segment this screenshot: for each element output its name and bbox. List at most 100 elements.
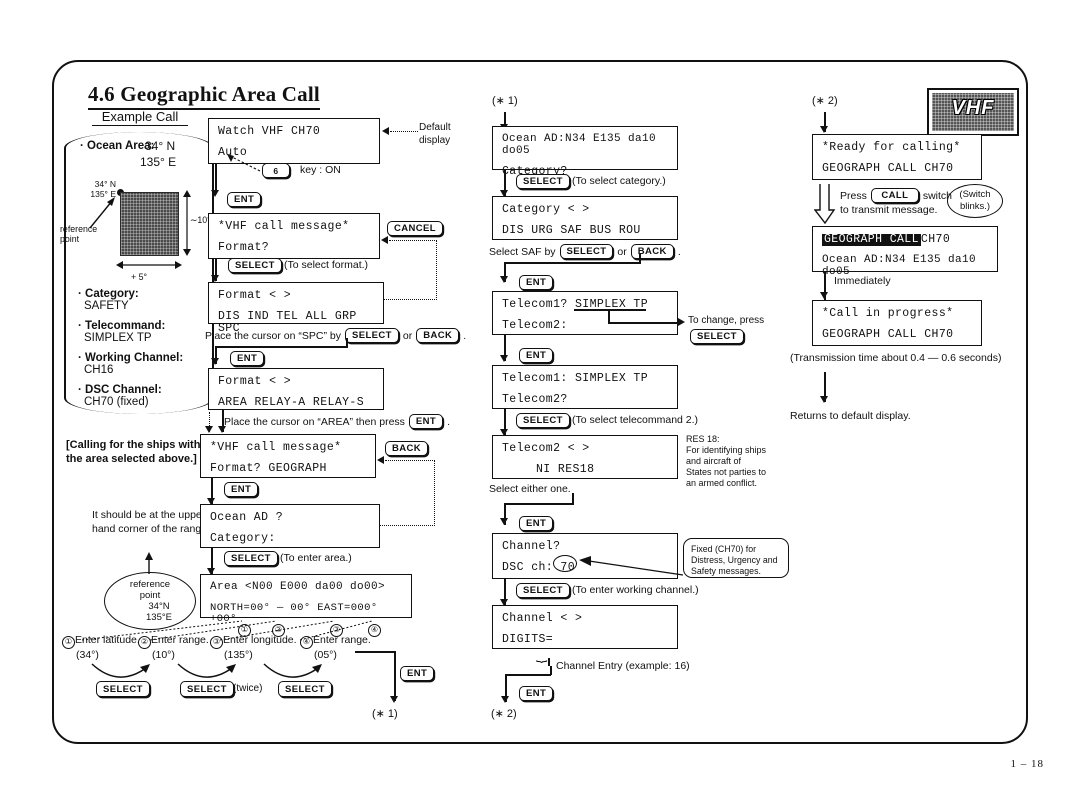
key-select-step-2[interactable]: SELECT	[278, 681, 332, 697]
example-call-item-3-value: CH70 (fixed)	[84, 396, 149, 408]
key-select-step-0[interactable]: SELECT	[96, 681, 150, 697]
key-select-change[interactable]: SELECT	[690, 329, 744, 344]
key-ent-2[interactable]: ENT	[230, 351, 265, 366]
key-call[interactable]: CALL	[870, 188, 919, 203]
reference-point-up-arrow-icon	[145, 552, 153, 574]
c2-conn-saf-h	[504, 262, 640, 264]
conn-watch-arrow-icon	[211, 190, 219, 197]
conn-step4-h	[355, 651, 395, 653]
map-area-rectangle	[120, 192, 179, 256]
key-back-saf[interactable]: BACK	[630, 244, 674, 259]
key-ent-c2-4[interactable]: ENT	[519, 686, 554, 701]
fixed-ch70-pointer-icon	[579, 556, 684, 576]
key-ent-c2-2[interactable]: ENT	[519, 348, 554, 363]
example-call-item-3-label: · DSC Channel:	[78, 384, 162, 396]
key-cancel[interactable]: CANCEL	[387, 221, 443, 236]
lcd-area-entry-line1: Area <N00 E000 da00 do00>	[210, 581, 386, 593]
key-select-step-1[interactable]: SELECT	[180, 681, 234, 697]
key-select-working-channel[interactable]: SELECT	[516, 583, 570, 598]
lcd-channel-line1: Channel?	[502, 540, 561, 553]
lcd-format-page2: Format < > AREA RELAY-A RELAY-S	[208, 368, 384, 410]
lcd-format-page1-line1: Format < >	[218, 289, 292, 302]
conn-watch-to-ent	[215, 164, 217, 192]
key-select-saf[interactable]: SELECT	[559, 244, 614, 259]
back-return-h2	[380, 525, 435, 526]
telecom1-pointer-h	[608, 322, 680, 324]
note-place-cursor-spc: Place the cursor on “SPC” by SELECT or B…	[205, 328, 466, 343]
key-select-telecom2[interactable]: SELECT	[516, 413, 570, 428]
lcd-ocean-ad-filled: Ocean AD:N34 E135 da10 do05 Category?	[492, 126, 678, 178]
key-select-enter-area[interactable]: SELECT	[224, 551, 278, 566]
ref-ellipse-line-1: point	[139, 590, 161, 601]
map-horizontal-range-label: + 5°	[131, 272, 147, 282]
lcd-format-page1: Format < > DIS IND TEL ALL GRP SPC	[208, 282, 384, 335]
cancel-return-h2	[384, 299, 437, 300]
key6-note: key : ON	[300, 164, 341, 176]
example-call-item-2: · Working Channel: CH16	[78, 352, 183, 376]
key-ent-4[interactable]: ENT	[400, 666, 435, 681]
note-select-saf-or: or	[617, 245, 627, 258]
entry-step-3-text: Enter range.	[313, 634, 371, 646]
note-place-cursor-area: Place the cursor on “AREA” then press EN…	[224, 414, 450, 429]
key-ent-c2-3[interactable]: ENT	[519, 516, 554, 531]
note-returns-default: Returns to default display.	[790, 410, 911, 422]
back-return-v	[434, 460, 435, 526]
key-select-category[interactable]: SELECT	[516, 174, 570, 189]
note-transmission-time: (Transmission time about 0.4 — 0.6 secon…	[790, 352, 1002, 364]
telecom1-pointer-v	[608, 309, 610, 323]
key-ent-1[interactable]: ENT	[227, 192, 262, 207]
press-call-a: Press	[840, 189, 867, 202]
note-select-telecommand2: (To select telecommand 2.)	[572, 414, 699, 426]
key-select-spc[interactable]: SELECT	[344, 328, 399, 343]
lcd-telecom1-set: Telecom1: SIMPLEX TP Telecom2?	[492, 365, 678, 409]
c2-conn-digits-h	[505, 674, 551, 676]
lcd-geograph-sending-line1: GEOGRAPH CALL CH70	[822, 233, 988, 247]
note-place-cursor-area-text: Place the cursor on “AREA” then press	[224, 415, 405, 428]
c2-conn-t1-arrow-icon	[500, 355, 508, 362]
cancel-return-arrow-icon	[381, 236, 388, 244]
ocean-area-lat: 34° N	[145, 139, 176, 153]
key-ent-area[interactable]: ENT	[408, 414, 444, 429]
back-return-h	[385, 460, 435, 461]
c2-conn-digits-v	[548, 658, 550, 666]
note-select-either: Select either one.	[489, 483, 571, 495]
key-6-button[interactable]: 6	[262, 163, 290, 178]
lcd-call-in-progress-line2: GEOGRAPH CALL CH70	[822, 328, 954, 342]
example-call-item-0-value: SAFETY	[84, 300, 129, 312]
entry-step-2: ③ Enter longitude. (135°)	[210, 634, 297, 661]
key-ent-3[interactable]: ENT	[224, 482, 259, 497]
example-call-item-0-label: · Category:	[78, 288, 139, 300]
map-reference-point-label: reference point	[60, 224, 98, 245]
note-res18: RES 18: For identifying ships and aircra…	[686, 434, 767, 488]
note-to-enter-area: (To enter area.)	[280, 552, 352, 564]
cancel-return-h	[389, 240, 437, 241]
key-back-geograph[interactable]: BACK	[385, 441, 429, 456]
key-back-spc[interactable]: BACK	[416, 328, 460, 343]
note-immediately: Immediately	[834, 275, 891, 287]
map-horizontal-dimension-icon	[116, 261, 182, 269]
lcd-telecom2-select-line1: Telecom2 < >	[502, 442, 590, 455]
note-place-cursor-spc-or: or	[402, 329, 413, 342]
ocean-area-lon: 135° E	[140, 155, 177, 169]
vhf-badge: VHF	[927, 88, 1019, 136]
ref-ellipse-line-2: 34°N	[148, 601, 170, 612]
ocean-area-label: · Ocean Area:	[80, 140, 155, 152]
lcd-area-entry: Area <N00 E000 da00 do00> NORTH=00° — 00…	[200, 574, 412, 624]
entry-step-3-num: ④	[300, 635, 313, 649]
entry-step-1: ② Enter range. (10°)	[138, 634, 209, 661]
lcd-format-geograph-line2: Format? GEOGRAPH	[210, 462, 327, 476]
lcd-channel-entry-line2: DIGITS=	[502, 633, 554, 647]
note-select-saf-a: Select SAF by	[489, 245, 556, 258]
telecom1-value-underline	[574, 309, 646, 311]
example-call-item-1: · Telecommand: SIMPLEX TP	[78, 320, 165, 344]
example-call-item-3: · DSC Channel: CH70 (fixed)	[78, 384, 162, 408]
press-call-c: to transmit message.	[840, 204, 938, 216]
conn-spc-h	[215, 346, 348, 348]
lcd-geograph-sending-highlight: GEOGRAPH CALL	[822, 233, 921, 247]
key-select-format[interactable]: SELECT	[228, 258, 282, 273]
lcd-geograph-call-sending: GEOGRAPH CALL CH70 Ocean AD:N34 E135 da1…	[812, 226, 998, 277]
key-ent-c2-1[interactable]: ENT	[519, 275, 554, 290]
conn-step4-v	[394, 651, 396, 671]
default-display-note: Default display	[419, 122, 451, 146]
marker-in-2: (∗ 2)	[812, 95, 838, 107]
